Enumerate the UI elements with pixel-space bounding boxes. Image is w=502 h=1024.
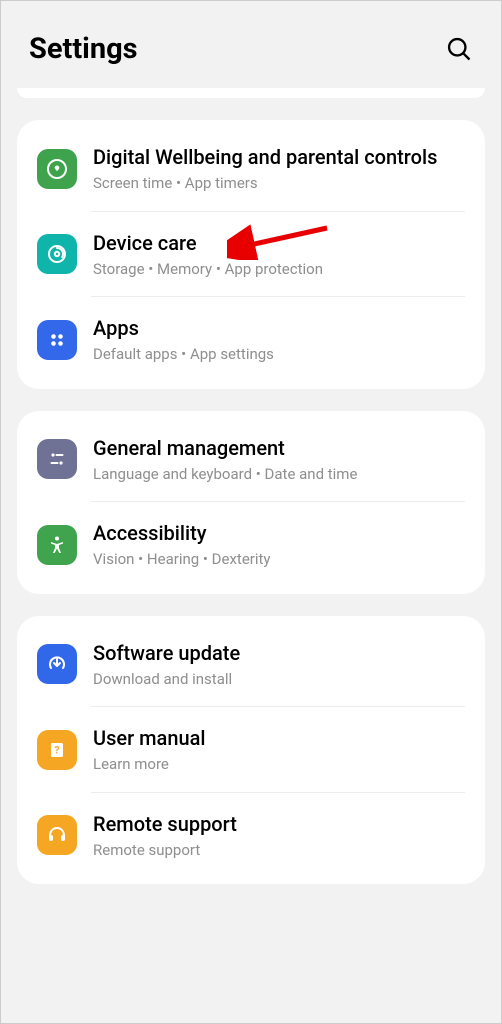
settings-item-accessibility[interactable]: Accessibility Vision • Hearing • Dexteri… bbox=[17, 502, 485, 588]
item-subtitle: Screen time • App timers bbox=[93, 174, 465, 194]
item-title: Remote support bbox=[93, 811, 465, 837]
header: Settings bbox=[7, 7, 495, 88]
item-text: Apps Default apps • App settings bbox=[93, 315, 465, 365]
device-care-icon bbox=[37, 234, 77, 274]
item-subtitle: Remote support bbox=[93, 841, 465, 861]
settings-group: Digital Wellbeing and parental controls … bbox=[17, 120, 485, 389]
item-text: General management Language and keyboard… bbox=[93, 435, 465, 485]
item-title: Device care bbox=[93, 230, 465, 256]
item-subtitle: Vision • Hearing • Dexterity bbox=[93, 550, 465, 570]
item-text: Software update Download and install bbox=[93, 640, 465, 690]
item-title: User manual bbox=[93, 725, 465, 751]
settings-group: Software update Download and install ? U… bbox=[17, 616, 485, 885]
settings-item-device-care[interactable]: Device care Storage • Memory • App prote… bbox=[17, 212, 485, 298]
item-title: Digital Wellbeing and parental controls bbox=[93, 144, 465, 170]
settings-item-remote-support[interactable]: Remote support Remote support bbox=[17, 793, 485, 879]
settings-item-digital-wellbeing[interactable]: Digital Wellbeing and parental controls … bbox=[17, 126, 485, 212]
item-text: Accessibility Vision • Hearing • Dexteri… bbox=[93, 520, 465, 570]
remote-support-icon bbox=[37, 815, 77, 855]
settings-item-general-management[interactable]: General management Language and keyboard… bbox=[17, 417, 485, 503]
item-title: Accessibility bbox=[93, 520, 465, 546]
page-title: Settings bbox=[29, 32, 138, 66]
accessibility-icon bbox=[37, 525, 77, 565]
item-title: Software update bbox=[93, 640, 465, 666]
settings-group: General management Language and keyboard… bbox=[17, 411, 485, 594]
user-manual-icon: ? bbox=[37, 730, 77, 770]
item-text: User manual Learn more bbox=[93, 725, 465, 775]
item-title: Apps bbox=[93, 315, 465, 341]
prev-group-edge bbox=[17, 88, 485, 98]
item-subtitle: Language and keyboard • Date and time bbox=[93, 465, 465, 485]
item-subtitle: Default apps • App settings bbox=[93, 345, 465, 365]
item-text: Device care Storage • Memory • App prote… bbox=[93, 230, 465, 280]
item-text: Digital Wellbeing and parental controls … bbox=[93, 144, 465, 194]
item-subtitle: Storage • Memory • App protection bbox=[93, 260, 465, 280]
settings-item-software-update[interactable]: Software update Download and install bbox=[17, 622, 485, 708]
settings-item-apps[interactable]: Apps Default apps • App settings bbox=[17, 297, 485, 383]
software-update-icon bbox=[37, 644, 77, 684]
item-text: Remote support Remote support bbox=[93, 811, 465, 861]
general-management-icon bbox=[37, 439, 77, 479]
item-subtitle: Download and install bbox=[93, 670, 465, 690]
settings-item-user-manual[interactable]: ? User manual Learn more bbox=[17, 707, 485, 793]
svg-text:?: ? bbox=[55, 745, 60, 756]
search-icon[interactable] bbox=[445, 35, 473, 63]
apps-icon bbox=[37, 320, 77, 360]
wellbeing-icon bbox=[37, 149, 77, 189]
item-subtitle: Learn more bbox=[93, 755, 465, 775]
item-title: General management bbox=[93, 435, 465, 461]
